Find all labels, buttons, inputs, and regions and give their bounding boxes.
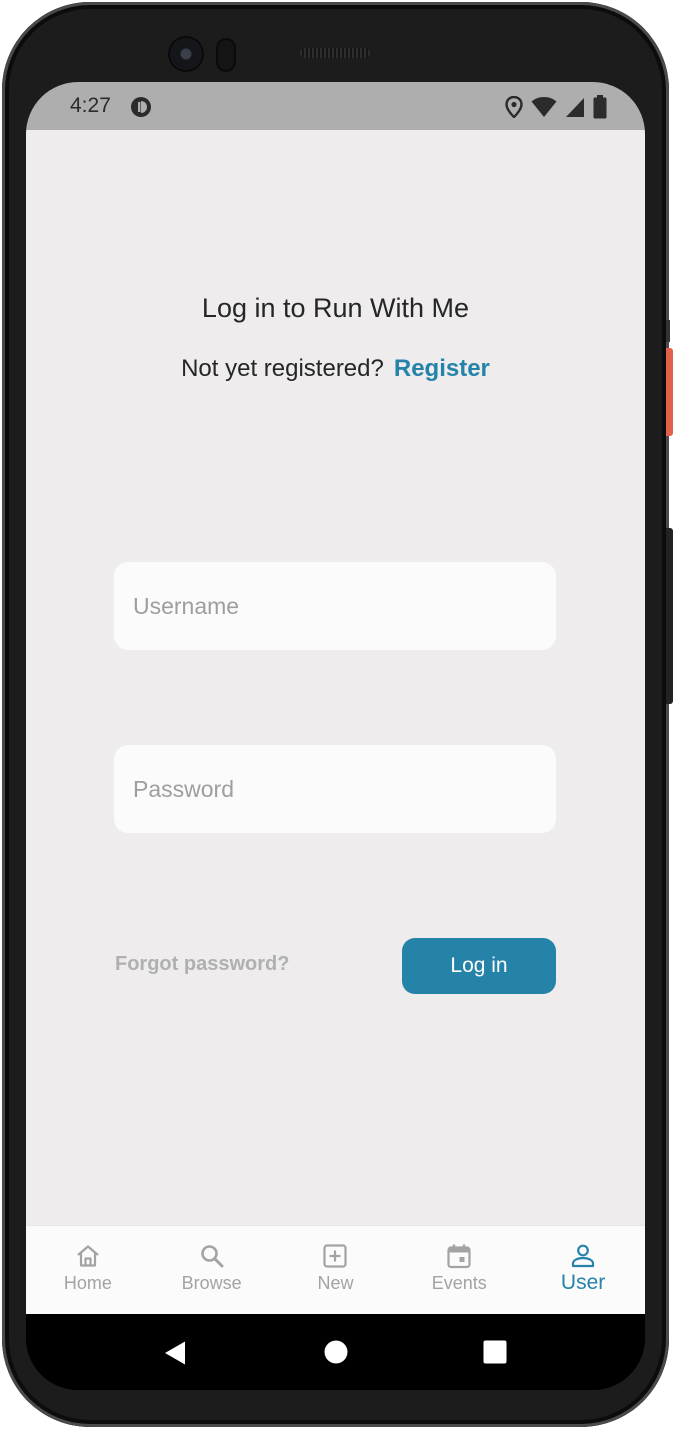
signal-icon [566, 98, 584, 117]
recents-icon[interactable] [483, 1340, 507, 1364]
status-time: 4:27 [70, 94, 111, 117]
username-input[interactable] [114, 562, 556, 650]
nav-item-home[interactable]: Home [26, 1226, 150, 1314]
side-button-small [666, 320, 670, 342]
password-input[interactable] [114, 745, 556, 833]
home-icon [77, 1245, 99, 1267]
add-box-icon [323, 1244, 348, 1268]
forgot-password-link[interactable]: Forgot password? [115, 953, 289, 976]
earpiece-speaker [300, 48, 370, 58]
battery-icon [593, 95, 607, 119]
status-bar: 4:27 [26, 82, 645, 130]
front-camera [170, 38, 202, 70]
nav-label: Home [63, 1273, 112, 1293]
bottom-navigation: Home Browse New Events User [26, 1225, 645, 1314]
login-button[interactable]: Log in [402, 938, 556, 994]
nav-label: User [560, 1271, 606, 1294]
power-button [666, 348, 673, 436]
login-screen: Log in to Run With Me Not yet registered… [26, 130, 645, 1225]
status-icons [505, 95, 607, 119]
proximity-sensor [218, 40, 234, 70]
user-icon [571, 1244, 595, 1268]
nav-item-browse[interactable]: Browse [150, 1226, 274, 1314]
home-circle-icon[interactable] [324, 1340, 348, 1364]
nav-item-user[interactable]: User [521, 1226, 645, 1314]
app-notification-icon [131, 97, 151, 117]
volume-button [666, 528, 673, 704]
register-row: Not yet registered? Register [26, 355, 645, 383]
register-prompt: Not yet registered? [181, 355, 384, 382]
system-navigation-bar [26, 1314, 645, 1390]
register-link[interactable]: Register [394, 355, 490, 382]
location-icon [505, 96, 523, 118]
wifi-icon [531, 97, 557, 117]
page-title: Log in to Run With Me [201, 293, 470, 323]
nav-label: Browse [181, 1273, 242, 1293]
calendar-icon [447, 1244, 471, 1269]
back-icon[interactable] [163, 1340, 187, 1366]
nav-label: New [317, 1273, 354, 1293]
search-icon [200, 1245, 224, 1268]
nav-label: Events [431, 1273, 487, 1293]
nav-item-events[interactable]: Events [397, 1226, 521, 1314]
screen: 4:27 Log in to Run With Me Not yet regis… [26, 82, 645, 1390]
nav-item-new[interactable]: New [274, 1226, 398, 1314]
